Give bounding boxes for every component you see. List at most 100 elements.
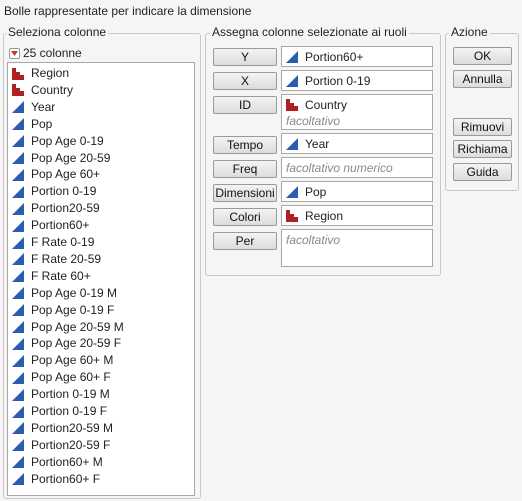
column-list-item[interactable]: Pop Age 20-59 — [12, 150, 110, 167]
column-list-item-label: Portion20-59 — [31, 201, 100, 216]
column-list-item-label: Pop Age 0-19 F — [31, 302, 115, 317]
role-entry-label: Portion60+ — [305, 50, 364, 64]
column-list-item-label: Year — [31, 99, 56, 114]
window-title: Bolle rappresentate per indicare la dime… — [4, 4, 252, 18]
dropdown-triangle-icon — [11, 50, 18, 56]
column-list-item-label: Portion20-59 M — [31, 420, 114, 435]
recall-button[interactable]: Richiama — [453, 140, 512, 158]
continuous-column-icon — [12, 354, 26, 367]
column-list-item[interactable]: Pop — [12, 116, 52, 133]
role-button-tempo[interactable]: Tempo — [213, 136, 277, 154]
column-list-item[interactable]: Pop Age 0-19 — [12, 133, 104, 150]
columns-menu-button[interactable] — [9, 47, 20, 59]
continuous-column-icon — [12, 422, 26, 435]
role-box-x[interactable]: Portion 0-19 — [281, 70, 433, 91]
column-list-item[interactable]: Pop Age 60+ M — [12, 352, 113, 369]
column-list-item[interactable]: Portion 0-19 — [12, 183, 96, 200]
continuous-column-icon — [12, 135, 26, 148]
column-list-item-label: Country — [31, 82, 74, 97]
continuous-column-icon — [12, 152, 26, 164]
column-list-item-label: Portion60+ M — [31, 454, 103, 469]
column-list-item-label: Pop Age 20-59 — [31, 150, 111, 165]
continuous-column-icon — [12, 388, 26, 401]
role-button-id[interactable]: ID — [213, 96, 277, 114]
role-placeholder: facoltativo — [286, 114, 341, 128]
role-box-per[interactable]: facoltativo — [281, 229, 433, 267]
column-list-item-label: Pop Age 20-59 F — [31, 336, 122, 351]
ok-button[interactable]: OK — [453, 47, 512, 65]
role-box-id[interactable]: Country facoltativo — [281, 94, 433, 130]
column-count-row: 25 colonne — [9, 45, 82, 61]
role-button-y[interactable]: Y — [213, 48, 277, 66]
column-list-item-label: Pop Age 20-59 M — [31, 319, 124, 334]
column-list-item[interactable]: Country — [12, 82, 73, 99]
column-list-item-label: Portion20-59 F — [31, 437, 111, 452]
role-entry-label: Country — [305, 98, 348, 112]
column-list-item[interactable]: Pop Age 20-59 F — [12, 335, 121, 352]
column-list-item[interactable]: Pop Age 60+ — [12, 166, 100, 183]
role-entry-label: Year — [305, 137, 330, 151]
column-list-item[interactable]: Pop Age 60+ F — [12, 369, 111, 386]
column-list-item[interactable]: Year — [12, 99, 55, 116]
role-placeholder: facoltativo — [286, 233, 341, 247]
continuous-column-icon — [286, 51, 300, 63]
remove-button[interactable]: Rimuovi — [453, 118, 512, 136]
column-list-item[interactable]: Pop Age 0-19 M — [12, 285, 117, 302]
column-list-item-label: F Rate 60+ — [31, 268, 91, 283]
column-list-item-label: F Rate 0-19 — [31, 235, 95, 249]
column-list-item-label: Pop Age 60+ F — [31, 370, 111, 385]
role-entry[interactable]: Country — [286, 97, 347, 113]
role-box-freq[interactable]: facoltativo numerico — [281, 157, 433, 178]
column-list-item-label: Pop Age 0-19 M — [31, 285, 118, 300]
column-list-item-label: Pop Age 60+ M — [31, 353, 114, 368]
column-list-item[interactable]: Portion60+ F — [12, 471, 100, 488]
column-list-item[interactable]: Portion60+ M — [12, 454, 103, 471]
cancel-button[interactable]: Annulla — [453, 70, 512, 88]
role-box-tempo[interactable]: Year — [281, 133, 433, 154]
column-list-item[interactable]: Portion20-59 M — [12, 420, 113, 437]
role-button-x[interactable]: X — [213, 72, 277, 90]
column-list-item-label: Portion60+ F — [31, 471, 101, 486]
continuous-column-icon — [12, 168, 26, 181]
role-button-per[interactable]: Per — [213, 232, 277, 250]
continuous-column-icon — [12, 439, 26, 452]
role-entry[interactable]: Year — [286, 136, 329, 152]
role-button-dimensioni[interactable]: Dimensioni — [213, 184, 277, 202]
continuous-column-icon — [286, 186, 300, 198]
column-list[interactable]: Region Country Year Pop Pop Age 0-19 Pop Age … — [7, 62, 195, 496]
role-entry[interactable]: Pop — [286, 184, 326, 200]
column-list-item[interactable]: Portion60+ — [12, 217, 89, 234]
column-list-item[interactable]: Portion20-59 F — [12, 437, 110, 454]
role-box-dimensioni[interactable]: Pop — [281, 181, 433, 202]
column-list-item-label: Pop Age 60+ — [31, 167, 101, 182]
continuous-column-icon — [12, 337, 26, 350]
role-entry-label: Portion 0-19 — [305, 74, 371, 88]
column-list-item-label: Pop Age 0-19 — [31, 133, 104, 148]
help-button[interactable]: Guida — [453, 163, 512, 181]
role-box-colori[interactable]: Region — [281, 205, 433, 226]
column-list-item-label: Region — [31, 66, 70, 80]
column-list-item[interactable]: F Rate 60+ — [12, 268, 91, 285]
continuous-column-icon — [12, 456, 26, 469]
role-entry[interactable]: Portion 0-19 — [286, 73, 370, 89]
role-box-y[interactable]: Portion60+ — [281, 46, 433, 67]
column-list-item[interactable]: Pop Age 20-59 M — [12, 319, 124, 336]
continuous-column-icon — [12, 304, 26, 317]
role-entry[interactable]: Region — [286, 208, 343, 224]
column-list-item[interactable]: F Rate 20-59 — [12, 251, 101, 268]
role-button-colori[interactable]: Colori — [213, 208, 277, 226]
column-list-item[interactable]: Portion 0-19 M — [12, 386, 110, 403]
column-list-item-label: Portion60+ — [31, 218, 90, 233]
column-list-item[interactable]: Portion20-59 — [12, 200, 100, 217]
column-list-item[interactable]: Pop Age 0-19 F — [12, 302, 114, 319]
role-entry[interactable]: Portion60+ — [286, 49, 363, 65]
column-list-item[interactable]: Portion 0-19 F — [12, 403, 107, 420]
continuous-column-icon — [12, 236, 26, 249]
column-count-text: 25 colonne — [23, 46, 82, 60]
continuous-column-icon — [286, 138, 300, 150]
continuous-column-icon — [12, 185, 26, 198]
continuous-column-icon — [12, 270, 26, 283]
column-list-item[interactable]: Region — [12, 65, 69, 82]
column-list-item[interactable]: F Rate 0-19 — [12, 234, 94, 251]
role-button-freq[interactable]: Freq — [213, 160, 277, 178]
